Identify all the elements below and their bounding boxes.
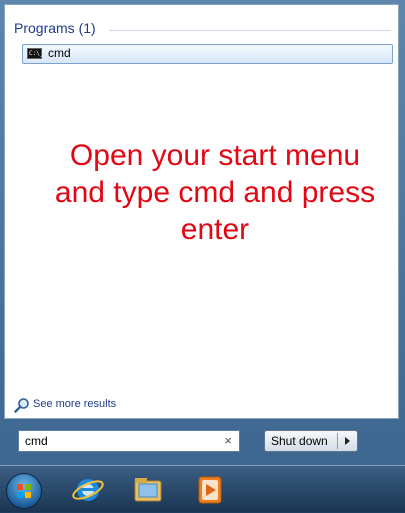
programs-header: Programs (1) [14,20,96,36]
shutdown-divider [337,433,338,449]
instruction-annotation: Open your start menu and type cmd and pr… [54,139,376,246]
shutdown-options-arrow-icon[interactable] [345,437,350,445]
clear-search-icon[interactable]: × [224,433,232,448]
internet-explorer-icon[interactable] [70,471,106,507]
windows-orb-icon[interactable] [6,473,42,509]
search-input-value: cmd [25,434,48,448]
search-input[interactable]: cmd × [18,430,240,452]
header-divider [109,30,391,31]
result-item-cmd[interactable]: C:\_ cmd [22,44,393,64]
windows-media-player-icon[interactable] [191,471,227,507]
search-icon [14,398,29,413]
command-prompt-icon: C:\_ [27,48,44,59]
see-more-results-label: See more results [33,398,117,410]
taskbar [0,465,405,512]
start-menu-frame: Programs (1) C:\_ cmd Open your start me… [0,0,405,465]
windows-explorer-icon[interactable] [130,471,166,507]
shutdown-button[interactable]: Shut down [264,430,358,452]
result-label: cmd [48,46,71,60]
shutdown-label: Shut down [271,434,328,448]
search-results-panel: Programs (1) C:\_ cmd Open your start me… [4,4,399,419]
